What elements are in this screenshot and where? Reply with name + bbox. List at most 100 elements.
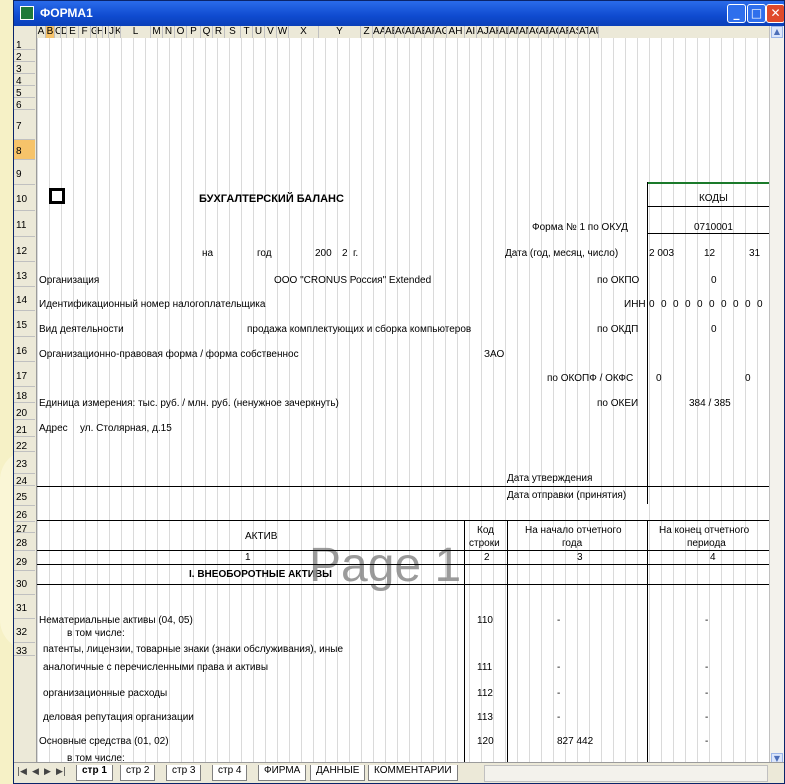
row-header-29[interactable]: 29 <box>14 551 35 571</box>
row-header-26[interactable]: 26 <box>14 506 35 522</box>
date-day[interactable]: 31 <box>749 248 760 259</box>
selected-cell[interactable] <box>49 188 65 204</box>
prev-sheet-icon[interactable]: ◀ <box>32 767 39 777</box>
vertical-scrollbar[interactable]: ▲ ▼ <box>769 26 784 765</box>
row-header-11[interactable]: 11 <box>14 211 35 237</box>
inn-digit[interactable]: 0 <box>649 299 655 310</box>
row-header-22[interactable]: 22 <box>14 437 35 452</box>
horizontal-scrollbar[interactable] <box>484 765 768 782</box>
column-header-ae[interactable]: AE <box>415 26 425 38</box>
minimize-button[interactable]: _ <box>727 4 746 23</box>
column-header-n[interactable]: N <box>163 26 175 38</box>
sheet-tab-2[interactable]: стр 2 <box>120 765 156 781</box>
row-header-8[interactable]: 8 <box>14 140 35 160</box>
row-header-33[interactable]: 33 <box>14 643 35 656</box>
row-header-25[interactable]: 25 <box>14 486 35 506</box>
column-header-e[interactable]: E <box>67 26 79 38</box>
column-header-ar[interactable]: AR <box>559 26 569 38</box>
row-header-5[interactable]: 5 <box>14 86 35 98</box>
column-header-ah[interactable]: AH <box>447 26 465 38</box>
column-header-as[interactable]: AS <box>569 26 579 38</box>
row-header-17[interactable]: 17 <box>14 362 35 387</box>
table-row-end-value[interactable]: - <box>705 736 708 747</box>
row-header-18[interactable]: 18 <box>14 387 35 403</box>
column-header-au[interactable]: AU <box>589 26 599 38</box>
table-row-end-value[interactable]: - <box>705 615 708 626</box>
column-header-aa[interactable]: AA <box>373 26 385 38</box>
row-header-13[interactable]: 13 <box>14 262 35 287</box>
row-header-23[interactable]: 23 <box>14 452 35 474</box>
column-header-l[interactable]: L <box>121 26 151 38</box>
sheet-tab-7[interactable]: КОММЕНТАРИИ <box>368 765 458 781</box>
row-header-3[interactable]: 3 <box>14 62 35 74</box>
column-header-s[interactable]: S <box>225 26 241 38</box>
column-header-r[interactable]: R <box>213 26 225 38</box>
row-header-12[interactable]: 12 <box>14 237 35 262</box>
row-header-16[interactable]: 16 <box>14 337 35 362</box>
next-sheet-icon[interactable]: ▶ <box>44 767 51 777</box>
table-row-start-value[interactable]: - <box>557 688 560 699</box>
select-all-corner[interactable] <box>14 26 37 38</box>
okpo-value[interactable]: 0 <box>711 275 717 286</box>
okdp-value[interactable]: 0 <box>711 324 717 335</box>
row-header-14[interactable]: 14 <box>14 287 35 311</box>
column-header-f[interactable]: F <box>79 26 91 38</box>
column-header-af[interactable]: AF <box>425 26 435 38</box>
column-header-ab[interactable]: AB <box>385 26 395 38</box>
last-sheet-icon[interactable]: ▶| <box>56 767 66 777</box>
org-value[interactable]: ООО "CRONUS Россия" Extended <box>274 275 431 286</box>
inn-digit[interactable]: 0 <box>757 299 763 310</box>
table-row-start-value[interactable]: 827 442 <box>557 736 593 747</box>
column-header-at[interactable]: AT <box>579 26 589 38</box>
sheet-tab-6[interactable]: ДАННЫЕ <box>310 765 366 781</box>
inn-digit[interactable]: 0 <box>745 299 751 310</box>
first-sheet-icon[interactable]: |◀ <box>17 767 27 777</box>
okfs-value[interactable]: 0 <box>745 373 751 384</box>
sheet-tab-5[interactable]: ФИРМА <box>258 765 307 781</box>
column-header-ad[interactable]: AD <box>405 26 415 38</box>
inn-digit[interactable]: 0 <box>697 299 703 310</box>
row-header-21[interactable]: 21 <box>14 420 35 437</box>
year-digit[interactable]: 2 <box>342 248 348 259</box>
column-header-b[interactable]: B <box>46 26 55 38</box>
table-row-end-value[interactable]: - <box>705 712 708 723</box>
row-header-10[interactable]: 10 <box>14 185 35 211</box>
column-header-u[interactable]: U <box>253 26 265 38</box>
okei-value[interactable]: 384 / 385 <box>689 398 731 409</box>
sheet-tab-4[interactable]: стр 4 <box>212 765 248 781</box>
activity-value[interactable]: продажа комплектующих и сборка компьютер… <box>247 324 471 335</box>
inn-digit[interactable]: 0 <box>709 299 715 310</box>
column-header-y[interactable]: Y <box>319 26 361 38</box>
column-header-ac[interactable]: AC <box>395 26 405 38</box>
row-header-6[interactable]: 6 <box>14 98 35 110</box>
row-header-15[interactable]: 15 <box>14 311 35 337</box>
table-row-start-value[interactable]: - <box>557 712 560 723</box>
column-header-al[interactable]: AL <box>499 26 509 38</box>
scroll-up-arrow-icon[interactable]: ▲ <box>771 26 783 38</box>
sheet-tab-1[interactable]: стр 1 <box>76 765 113 781</box>
close-button[interactable]: ✕ <box>766 4 784 23</box>
column-header-t[interactable]: T <box>241 26 253 38</box>
column-header-w[interactable]: W <box>277 26 289 38</box>
sheet-tab-3[interactable]: стр 3 <box>166 765 202 781</box>
table-row-start-value[interactable]: - <box>557 662 560 673</box>
row-header-4[interactable]: 4 <box>14 74 35 86</box>
row-header-24[interactable]: 24 <box>14 474 35 486</box>
row-header-7[interactable]: 7 <box>14 110 35 140</box>
row-header-28[interactable]: 28 <box>14 533 35 551</box>
row-header-27[interactable]: 27 <box>14 522 35 533</box>
inn-digit[interactable]: 0 <box>685 299 691 310</box>
column-header-x[interactable]: X <box>289 26 319 38</box>
column-header-m[interactable]: M <box>151 26 163 38</box>
date-month[interactable]: 12 <box>704 248 715 259</box>
column-header-q[interactable]: Q <box>201 26 213 38</box>
inn-digit[interactable]: 0 <box>721 299 727 310</box>
column-header-ao[interactable]: AO <box>529 26 539 38</box>
row-header-2[interactable]: 2 <box>14 50 35 62</box>
column-header-ag[interactable]: AG <box>435 26 447 38</box>
column-header-aj[interactable]: AJ <box>477 26 489 38</box>
inn-digit[interactable]: 0 <box>733 299 739 310</box>
table-row-end-value[interactable]: - <box>705 662 708 673</box>
inn-digit[interactable]: 0 <box>661 299 667 310</box>
column-header-ak[interactable]: AK <box>489 26 499 38</box>
